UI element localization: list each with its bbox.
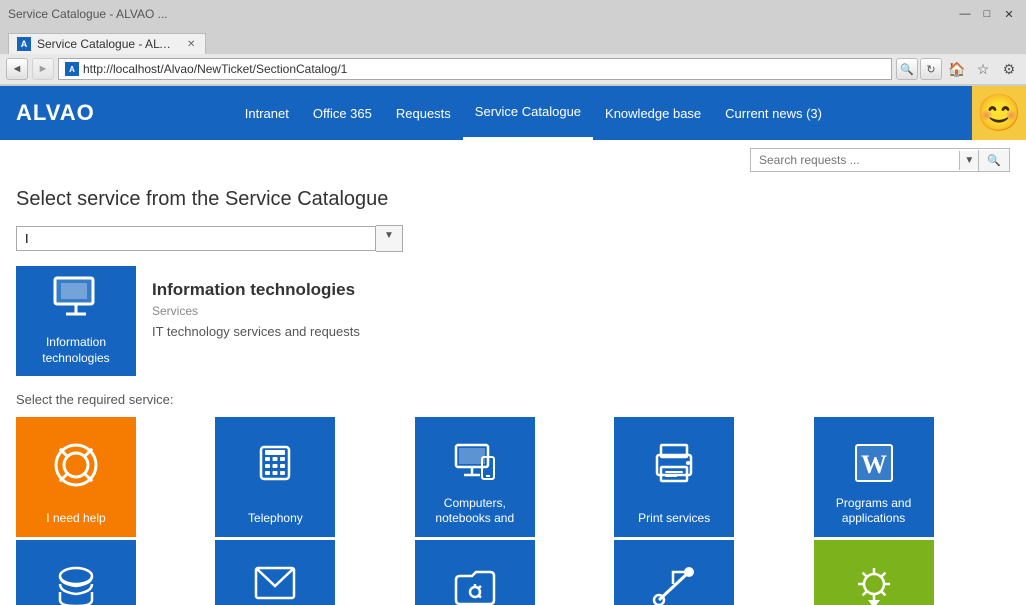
search-address-button[interactable]: 🔍 [896,58,918,80]
forward-button[interactable]: ► [32,58,54,80]
selected-category-label: Informationtechnologies [36,335,115,366]
nav-link-office365[interactable]: Office 365 [301,86,384,140]
search-input[interactable] [751,149,959,171]
email-icon [252,564,298,605]
nav-link-service-catalogue[interactable]: Service Catalogue [463,86,593,140]
main-content: Select service from the Service Catalogu… [0,176,1026,605]
corporate-icon [54,564,98,605]
selected-category-card: Informationtechnologies Information tech… [16,266,1010,376]
user-avatar[interactable]: 😊 [972,86,1026,140]
tile-print[interactable]: Print services [614,417,734,537]
refresh-button[interactable]: ↻ [920,58,942,80]
nav-link-intranet[interactable]: Intranet [233,86,301,140]
tab-close-button[interactable]: ✕ [187,39,195,50]
tile-praises[interactable]: Praises, compaints, and ideas [814,540,934,605]
search-box: ▼ 🔍 [750,148,1010,172]
tile-telephony[interactable]: Telephony [215,417,335,537]
tile-computers-label: Computers, notebooks and [423,496,527,527]
settings-button[interactable]: ⚙ [998,58,1020,80]
maximize-button[interactable]: □ [978,5,996,23]
search-go-button[interactable]: 🔍 [978,150,1009,171]
tile-help-label: I need help [46,511,105,527]
nav-link-knowledge-base[interactable]: Knowledge base [593,86,713,140]
app-logo: ALVAO [16,100,95,126]
tile-telephony-label: Telephony [248,511,303,527]
tile-print-label: Print services [638,511,710,527]
selected-category-description: IT technology services and requests [152,324,360,339]
category-icon-symbol [51,276,101,329]
filter-row: ▼ [16,225,1010,252]
programs-icon: W [852,441,896,494]
title-bar-controls: — □ ✕ [956,5,1018,23]
page-title: Select service from the Service Catalogu… [16,188,1010,211]
tile-email[interactable]: E-mail [215,540,335,605]
tab-favicon: A [17,37,31,51]
tile-help[interactable]: I need help [16,417,136,537]
address-url: http://localhost/Alvao/NewTicket/Section… [83,62,885,76]
home-button[interactable]: 🏠 [946,58,968,80]
tile-computers[interactable]: Computers, notebooks and [415,417,535,537]
shared-icon [452,564,498,605]
tab-bar: A Service Catalogue - ALVAO ... ✕ [0,28,1026,54]
browser-chrome: Service Catalogue - ALVAO ... — □ ✕ A Se… [0,0,1026,86]
search-dropdown-button[interactable]: ▼ [959,151,978,170]
close-button[interactable]: ✕ [1000,5,1018,23]
nav-link-requests[interactable]: Requests [384,86,463,140]
address-field[interactable]: A http://localhost/Alvao/NewTicket/Secti… [58,58,892,80]
app-container: ALVAO Intranet Office 365 Requests Servi… [0,86,1026,605]
tab-title: Service Catalogue - ALVAO ... [37,37,177,51]
tile-programs-label: Programs and applications [822,496,926,527]
remote-icon [651,564,697,605]
minimize-button[interactable]: — [956,5,974,23]
selected-category-icon[interactable]: Informationtechnologies [16,266,136,376]
print-icon [651,441,697,494]
computers-icon [452,441,498,492]
address-actions: 🔍 ↻ [896,58,942,80]
praises-icon [851,564,897,605]
selected-category-subtitle: Services [152,304,360,318]
filter-dropdown-button[interactable]: ▼ [376,225,403,252]
tile-remote[interactable]: Remote access to the network [614,540,734,605]
back-button[interactable]: ◄ [6,58,28,80]
search-bar: ▼ 🔍 [0,140,1026,176]
service-tiles-grid: I need help [16,417,1010,605]
selected-category-title: Information technologies [152,280,360,300]
tile-programs[interactable]: W Programs and applications [814,417,934,537]
svg-text:W: W [861,450,887,479]
favorites-button[interactable]: ☆ [972,58,994,80]
tile-corporate[interactable]: Corporate information systém [16,540,136,605]
nav-links: Intranet Office 365 Requests Service Cat… [233,86,834,140]
selected-category-info: Information technologies Services IT tec… [136,266,376,376]
section-label: Select the required service: [16,392,1010,407]
title-bar: Service Catalogue - ALVAO ... — □ ✕ [0,0,1026,28]
toolbar-right: 🏠 ☆ ⚙ [946,58,1020,80]
telephony-icon [253,441,297,494]
nav-link-current-news[interactable]: Current news (3) [713,86,834,140]
tile-shared[interactable]: Shared files and folders [415,540,535,605]
address-bar: ◄ ► A http://localhost/Alvao/NewTicket/S… [0,54,1026,85]
avatar-image: 😊 [977,92,1022,134]
address-favicon: A [65,62,79,76]
help-icon [52,441,100,498]
filter-input[interactable] [16,226,376,251]
browser-tab[interactable]: A Service Catalogue - ALVAO ... ✕ [8,33,206,54]
top-navigation: ALVAO Intranet Office 365 Requests Servi… [0,86,1026,140]
